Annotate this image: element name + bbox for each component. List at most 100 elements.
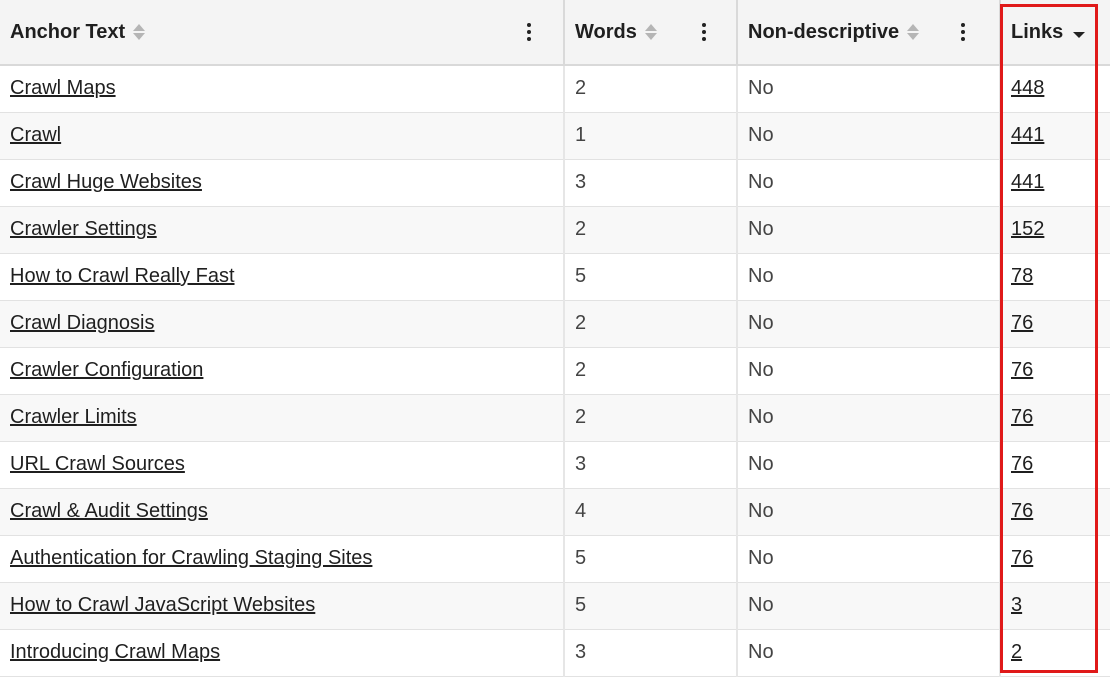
sort-descending-icon[interactable] xyxy=(1073,32,1086,38)
cell-links: 441 xyxy=(1000,112,1110,160)
links-count-link[interactable]: 441 xyxy=(1011,124,1044,146)
cell-anchor-text: Crawl Huge Websites xyxy=(0,159,565,207)
links-count-link[interactable]: 2 xyxy=(1011,641,1022,663)
anchor-text-link[interactable]: Authentication for Crawling Staging Site… xyxy=(10,547,372,569)
cell-words: 5 xyxy=(564,535,738,583)
cell-non-descriptive: No xyxy=(737,441,1001,489)
column-header-label: Anchor Text xyxy=(10,20,126,43)
cell-words: 3 xyxy=(564,629,738,677)
cell-anchor-text: Crawler Limits xyxy=(0,394,565,442)
cell-non-descriptive: No xyxy=(737,112,1001,160)
anchor-text-link[interactable]: How to Crawl Really Fast xyxy=(10,265,235,287)
anchor-text-link[interactable]: Crawler Limits xyxy=(10,406,137,428)
cell-links: 76 xyxy=(1000,488,1110,536)
cell-anchor-text: How to Crawl JavaScript Websites xyxy=(0,582,565,630)
word-count: 3 xyxy=(575,641,587,663)
non-descriptive-value: No xyxy=(748,594,774,616)
links-count-link[interactable]: 76 xyxy=(1011,312,1033,334)
links-count-link[interactable]: 78 xyxy=(1011,265,1033,287)
word-count: 2 xyxy=(575,218,587,240)
non-descriptive-value: No xyxy=(748,641,774,663)
anchor-text-link[interactable]: Crawl xyxy=(10,124,61,146)
links-count-link[interactable]: 76 xyxy=(1011,500,1033,522)
anchor-text-link[interactable]: Crawl Maps xyxy=(10,77,116,99)
cell-anchor-text: Crawl & Audit Settings xyxy=(0,488,565,536)
non-descriptive-value: No xyxy=(748,312,774,334)
links-count-link[interactable]: 3 xyxy=(1011,594,1022,616)
anchor-text-link[interactable]: Crawl Diagnosis xyxy=(10,312,155,334)
table-row: Crawler Settings 2 No 152 xyxy=(0,206,1110,254)
table-row: Crawl 1 No 441 xyxy=(0,112,1110,160)
cell-anchor-text: Crawler Configuration xyxy=(0,347,565,395)
non-descriptive-value: No xyxy=(748,359,774,381)
sort-both-icon[interactable] xyxy=(644,23,657,41)
anchor-text-link[interactable]: Introducing Crawl Maps xyxy=(10,641,220,663)
cell-non-descriptive: No xyxy=(737,488,1001,536)
cell-anchor-text: Crawler Settings xyxy=(0,206,565,254)
table-row: Crawler Configuration 2 No 76 xyxy=(0,347,1110,395)
word-count: 5 xyxy=(575,547,587,569)
word-count: 2 xyxy=(575,77,587,100)
word-count: 5 xyxy=(575,265,587,287)
links-count-link[interactable]: 76 xyxy=(1011,406,1033,428)
table-row: Crawl Diagnosis 2 No 76 xyxy=(0,300,1110,348)
word-count: 2 xyxy=(575,406,587,428)
cell-words: 3 xyxy=(564,159,738,207)
cell-non-descriptive: No xyxy=(737,159,1001,207)
cell-anchor-text: How to Crawl Really Fast xyxy=(0,253,565,301)
table-row: How to Crawl Really Fast 5 No 78 xyxy=(0,253,1110,301)
anchor-text-link[interactable]: How to Crawl JavaScript Websites xyxy=(10,594,315,616)
cell-links: 3 xyxy=(1000,582,1110,630)
column-header-links[interactable]: Links xyxy=(1000,0,1110,66)
cell-words: 3 xyxy=(564,441,738,489)
cell-words: 1 xyxy=(564,112,738,160)
cell-non-descriptive: No xyxy=(737,582,1001,630)
cell-links: 76 xyxy=(1000,347,1110,395)
cell-words: 2 xyxy=(564,206,738,254)
links-count-link[interactable]: 448 xyxy=(1011,77,1044,99)
anchor-text-link[interactable]: Crawl Huge Websites xyxy=(10,171,202,193)
table-row: Authentication for Crawling Staging Site… xyxy=(0,535,1110,583)
anchor-text-link[interactable]: Crawl & Audit Settings xyxy=(10,500,208,522)
non-descriptive-value: No xyxy=(748,547,774,569)
non-descriptive-value: No xyxy=(748,453,774,475)
cell-anchor-text: Crawl Diagnosis xyxy=(0,300,565,348)
non-descriptive-value: No xyxy=(748,77,774,100)
cell-anchor-text: URL Crawl Sources xyxy=(0,441,565,489)
column-header-label: Words xyxy=(575,20,637,43)
cell-links: 152 xyxy=(1000,206,1110,254)
anchor-text-link[interactable]: Crawler Settings xyxy=(10,218,157,240)
cell-non-descriptive: No xyxy=(737,535,1001,583)
table-row: How to Crawl JavaScript Websites 5 No 3 xyxy=(0,582,1110,630)
cell-links: 76 xyxy=(1000,394,1110,442)
cell-words: 2 xyxy=(564,394,738,442)
links-count-link[interactable]: 441 xyxy=(1011,171,1044,193)
column-menu-icon[interactable] xyxy=(702,23,706,41)
table-row: Crawl & Audit Settings 4 No 76 xyxy=(0,488,1110,536)
column-menu-icon[interactable] xyxy=(527,23,531,41)
table-row: Crawl Maps 2 No 448 xyxy=(0,65,1110,113)
links-count-link[interactable]: 76 xyxy=(1011,359,1033,381)
sort-both-icon[interactable] xyxy=(907,23,920,41)
table-row: Crawl Huge Websites 3 No 441 xyxy=(0,159,1110,207)
column-header-non-descriptive[interactable]: Non-descriptive xyxy=(737,0,1001,66)
column-header-words[interactable]: Words xyxy=(564,0,738,66)
cell-words: 2 xyxy=(564,65,738,113)
sort-both-icon[interactable] xyxy=(133,23,146,41)
links-count-link[interactable]: 152 xyxy=(1011,218,1044,240)
column-header-label: Non-descriptive xyxy=(748,20,900,43)
column-header-anchor-text[interactable]: Anchor Text xyxy=(0,0,565,66)
links-count-link[interactable]: 76 xyxy=(1011,453,1033,475)
links-count-link[interactable]: 76 xyxy=(1011,547,1033,569)
non-descriptive-value: No xyxy=(748,406,774,428)
cell-anchor-text: Crawl xyxy=(0,112,565,160)
anchor-text-link[interactable]: Crawler Configuration xyxy=(10,359,203,381)
column-menu-icon[interactable] xyxy=(961,23,965,41)
cell-anchor-text: Crawl Maps xyxy=(0,65,565,113)
cell-non-descriptive: No xyxy=(737,629,1001,677)
anchor-text-link[interactable]: URL Crawl Sources xyxy=(10,453,185,475)
table-body: Crawl Maps 2 No 448 Crawl 1 No 441 Crawl Huge We… xyxy=(0,65,1110,677)
cell-words: 4 xyxy=(564,488,738,536)
cell-anchor-text: Introducing Crawl Maps xyxy=(0,629,565,677)
non-descriptive-value: No xyxy=(748,124,774,146)
